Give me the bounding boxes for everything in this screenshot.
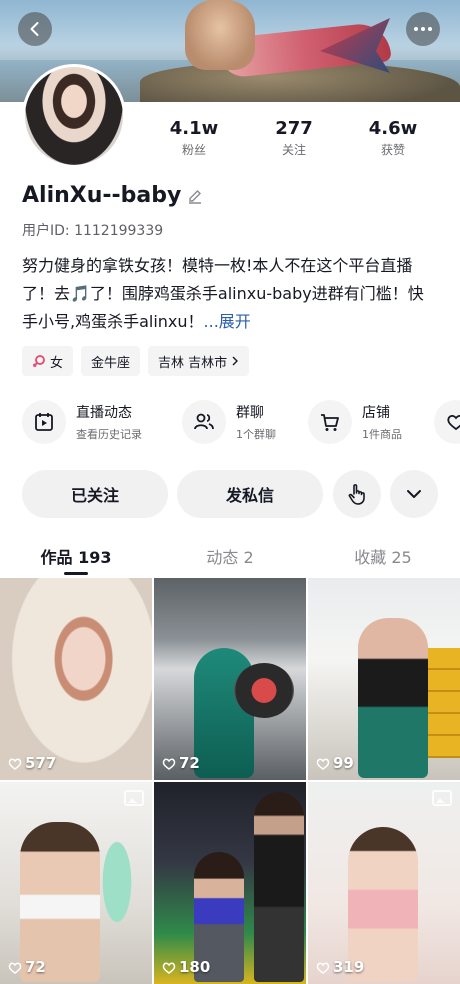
post-likes: 577 xyxy=(8,754,56,772)
heart-outline-icon xyxy=(316,962,330,974)
post-likes-count: 99 xyxy=(333,754,354,772)
post-likes-count: 180 xyxy=(179,958,211,976)
chevron-left-icon xyxy=(30,22,39,36)
tab-indicator xyxy=(64,572,88,575)
post-scene xyxy=(234,663,294,718)
username: AlinXu--baby xyxy=(22,183,182,208)
send-message-button[interactable]: 发私信 xyxy=(177,470,323,518)
stat-label: 关注 xyxy=(281,143,306,157)
ellipsis-icon xyxy=(414,27,432,31)
feature-row: 直播动态 查看历史记录 群聊 1个群聊 店铺 1件商品 xyxy=(22,400,460,450)
post-thumbnail[interactable]: 72 xyxy=(154,578,306,780)
stat-following[interactable]: 277 关注 xyxy=(254,118,334,158)
post-thumbnail[interactable]: 577 xyxy=(0,578,152,780)
profile-tags: 女 金牛座 吉林 吉林市 xyxy=(22,346,250,376)
heart-outline-icon xyxy=(8,962,22,974)
post-likes: 319 xyxy=(316,958,364,976)
avatar[interactable] xyxy=(22,64,126,168)
back-button[interactable] xyxy=(18,12,52,46)
tab-favorites[interactable]: 收藏 25 xyxy=(323,544,443,568)
post-thumbnail[interactable]: 319 xyxy=(308,782,460,984)
tag-gender: 女 xyxy=(22,346,74,376)
stat-value: 4.6w xyxy=(368,118,418,139)
feature-title: 直播动态 xyxy=(76,405,132,421)
feature-title: 群聊 xyxy=(236,405,264,421)
post-scene xyxy=(254,792,304,982)
post-likes: 99 xyxy=(316,754,354,772)
female-icon xyxy=(32,355,45,368)
post-likes-count: 577 xyxy=(25,754,57,772)
tab-works[interactable]: 作品 193 xyxy=(16,544,136,568)
feature-live[interactable]: 直播动态 查看历史记录 xyxy=(22,400,142,444)
post-likes: 180 xyxy=(162,958,210,976)
chevron-right-icon xyxy=(232,356,239,366)
tag-zodiac: 金牛座 xyxy=(81,346,141,376)
heart-icon xyxy=(434,400,460,444)
followed-button[interactable]: 已关注 xyxy=(22,470,168,518)
post-thumbnail[interactable]: 180 xyxy=(154,782,306,984)
banner-figure xyxy=(185,0,255,70)
content-tabs: 作品 193 动态 2 收藏 25 xyxy=(0,540,460,578)
feature-more[interactable] xyxy=(434,400,460,444)
live-calendar-icon xyxy=(22,400,66,444)
post-thumbnail[interactable]: 99 xyxy=(308,578,460,780)
hand-tap-icon xyxy=(348,484,365,505)
username-row: AlinXu--baby xyxy=(22,183,203,208)
image-post-icon xyxy=(432,790,452,806)
poke-button[interactable] xyxy=(333,470,381,518)
image-post-icon xyxy=(124,790,144,806)
stat-label: 粉丝 xyxy=(181,143,206,157)
post-thumbnail[interactable]: 72 xyxy=(0,782,152,984)
heart-outline-icon xyxy=(8,758,22,770)
post-likes: 72 xyxy=(8,958,46,976)
stat-value: 4.1w xyxy=(169,118,219,139)
more-button[interactable] xyxy=(406,12,440,46)
feature-shop[interactable]: 店铺 1件商品 xyxy=(308,400,402,444)
bio-expand-link[interactable]: ...展开 xyxy=(204,312,251,331)
user-id[interactable]: 用户ID: 1112199339 xyxy=(22,220,163,240)
more-options-button[interactable] xyxy=(390,470,438,518)
feature-group-chat[interactable]: 群聊 1个群聊 xyxy=(182,400,276,444)
tag-gender-label: 女 xyxy=(50,355,64,371)
heart-outline-icon xyxy=(162,758,176,770)
cart-icon xyxy=(308,400,352,444)
stat-followers[interactable]: 4.1w 粉丝 xyxy=(154,118,234,158)
heart-outline-icon xyxy=(316,758,330,770)
edit-icon[interactable] xyxy=(187,188,203,204)
bio[interactable]: 努力健身的拿铁女孩！模特一枚!本人不在这个平台直播了！去🎵了！围脖鸡蛋杀手ali… xyxy=(22,252,432,336)
post-likes-count: 72 xyxy=(179,754,200,772)
group-icon xyxy=(182,400,226,444)
stat-likes[interactable]: 4.6w 获赞 xyxy=(353,118,433,158)
post-scene xyxy=(358,618,428,778)
chevron-down-icon xyxy=(407,490,421,498)
tag-location-label: 吉林 吉林市 xyxy=(158,355,228,371)
post-likes: 72 xyxy=(162,754,200,772)
feature-subtitle: 查看历史记录 xyxy=(76,428,142,441)
stat-label: 获赞 xyxy=(380,143,405,157)
post-likes-count: 319 xyxy=(333,958,365,976)
post-likes-count: 72 xyxy=(25,958,46,976)
tab-moments[interactable]: 动态 2 xyxy=(170,544,290,568)
stat-value: 277 xyxy=(275,118,313,139)
tag-zodiac-label: 金牛座 xyxy=(91,355,131,371)
feature-subtitle: 1个群聊 xyxy=(236,428,276,441)
tag-location[interactable]: 吉林 吉林市 xyxy=(148,346,250,376)
heart-outline-icon xyxy=(162,962,176,974)
feature-subtitle: 1件商品 xyxy=(362,428,402,441)
feature-title: 店铺 xyxy=(362,405,390,421)
